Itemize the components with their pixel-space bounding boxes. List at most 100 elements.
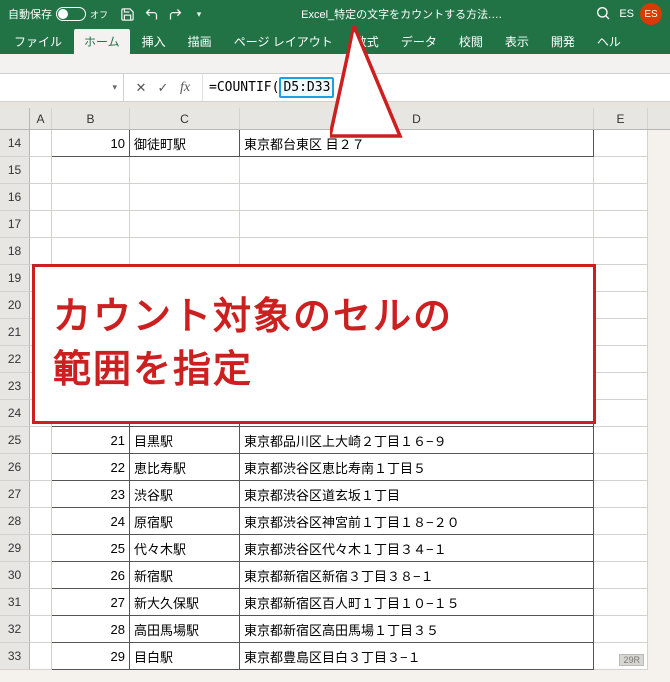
col-header-b[interactable]: B	[52, 108, 130, 129]
cell[interactable]: 東京都新宿区新宿３丁目３８−１	[240, 562, 594, 589]
row-header[interactable]: 24	[0, 400, 30, 427]
cell[interactable]: 25	[52, 535, 130, 562]
tab-file[interactable]: ファイル	[4, 29, 72, 54]
cell[interactable]	[594, 562, 648, 589]
cell[interactable]: 目黒駅	[130, 427, 240, 454]
cell[interactable]: 23	[52, 481, 130, 508]
tab-view[interactable]: 表示	[495, 29, 539, 54]
cell[interactable]	[594, 400, 648, 427]
cell[interactable]: 代々木駅	[130, 535, 240, 562]
cell[interactable]: 東京都新宿区百人町１丁目１０−１５	[240, 589, 594, 616]
cell[interactable]	[30, 508, 52, 535]
cell[interactable]	[30, 427, 52, 454]
col-header-a[interactable]: A	[30, 108, 52, 129]
cell[interactable]: 東京都台東区 目２７	[240, 130, 594, 157]
cell[interactable]	[240, 184, 594, 211]
cell[interactable]	[594, 265, 648, 292]
cell[interactable]	[30, 454, 52, 481]
autosave-toggle[interactable]: 自動保存 オフ	[8, 6, 108, 22]
cell[interactable]	[240, 211, 594, 238]
cell[interactable]: 10	[52, 130, 130, 157]
row-header[interactable]: 22	[0, 346, 30, 373]
row-header[interactable]: 32	[0, 616, 30, 643]
col-header-e[interactable]: E	[594, 108, 648, 129]
cell[interactable]: 24	[52, 508, 130, 535]
fx-icon[interactable]: fx	[176, 79, 194, 97]
qat-dropdown-icon[interactable]: ▾	[190, 5, 208, 23]
user-avatar[interactable]: ES	[640, 3, 662, 25]
cell[interactable]	[30, 562, 52, 589]
cell[interactable]: 目白駅	[130, 643, 240, 670]
cell[interactable]	[30, 535, 52, 562]
row-header[interactable]: 15	[0, 157, 30, 184]
cell[interactable]	[594, 373, 648, 400]
row-header[interactable]: 33	[0, 643, 30, 670]
cell[interactable]	[594, 130, 648, 157]
cell[interactable]	[52, 238, 130, 265]
search-icon[interactable]	[595, 5, 613, 23]
cell[interactable]: 新大久保駅	[130, 589, 240, 616]
cell[interactable]	[594, 589, 648, 616]
cell[interactable]	[30, 157, 52, 184]
cell[interactable]: 21	[52, 427, 130, 454]
cell[interactable]	[52, 211, 130, 238]
tab-review[interactable]: 校閲	[449, 29, 493, 54]
cell[interactable]: 22	[52, 454, 130, 481]
cell[interactable]: 高田馬場駅	[130, 616, 240, 643]
name-box-input[interactable]	[6, 81, 117, 95]
tab-page-layout[interactable]: ページ レイアウト	[224, 29, 343, 54]
undo-icon[interactable]	[142, 5, 160, 23]
cell[interactable]	[130, 238, 240, 265]
cell[interactable]: 28	[52, 616, 130, 643]
cell[interactable]	[130, 211, 240, 238]
cell[interactable]	[594, 616, 648, 643]
row-header[interactable]: 14	[0, 130, 30, 157]
cell[interactable]	[30, 616, 52, 643]
cell[interactable]: 26	[52, 562, 130, 589]
cell[interactable]	[30, 184, 52, 211]
cell[interactable]	[594, 319, 648, 346]
cell[interactable]	[30, 481, 52, 508]
cell[interactable]	[594, 157, 648, 184]
save-icon[interactable]	[118, 5, 136, 23]
cell[interactable]: 御徒町駅	[130, 130, 240, 157]
row-header[interactable]: 17	[0, 211, 30, 238]
cell[interactable]	[130, 157, 240, 184]
cell[interactable]: 東京都渋谷区恵比寿南１丁目５	[240, 454, 594, 481]
tab-developer[interactable]: 開発	[541, 29, 585, 54]
cell[interactable]	[30, 211, 52, 238]
row-header[interactable]: 29	[0, 535, 30, 562]
cell[interactable]	[594, 535, 648, 562]
cell[interactable]: 恵比寿駅	[130, 454, 240, 481]
cell[interactable]: 東京都新宿区高田馬場１丁目３５	[240, 616, 594, 643]
chevron-down-icon[interactable]: ▾	[112, 82, 117, 93]
cell[interactable]	[30, 238, 52, 265]
row-header[interactable]: 16	[0, 184, 30, 211]
row-header[interactable]: 25	[0, 427, 30, 454]
row-header[interactable]: 31	[0, 589, 30, 616]
cell[interactable]: 東京都渋谷区道玄坂１丁目	[240, 481, 594, 508]
cell[interactable]	[594, 508, 648, 535]
tab-home[interactable]: ホーム	[74, 29, 130, 54]
cell[interactable]: 29	[52, 643, 130, 670]
cell[interactable]	[52, 184, 130, 211]
cell[interactable]: 東京都豊島区目白３丁目３−１	[240, 643, 594, 670]
tab-insert[interactable]: 挿入	[132, 29, 176, 54]
row-header[interactable]: 30	[0, 562, 30, 589]
cell[interactable]	[594, 211, 648, 238]
cell[interactable]	[594, 454, 648, 481]
redo-icon[interactable]	[166, 5, 184, 23]
row-header[interactable]: 27	[0, 481, 30, 508]
cell[interactable]: 原宿駅	[130, 508, 240, 535]
cell[interactable]	[594, 346, 648, 373]
cell[interactable]	[130, 184, 240, 211]
cell[interactable]	[594, 184, 648, 211]
select-all-corner[interactable]	[0, 108, 30, 129]
row-header[interactable]: 19	[0, 265, 30, 292]
cancel-icon[interactable]: ✕	[132, 79, 150, 97]
cell[interactable]	[594, 292, 648, 319]
cell[interactable]: 東京都渋谷区代々木１丁目３４−１	[240, 535, 594, 562]
row-header[interactable]: 26	[0, 454, 30, 481]
cell[interactable]: 渋谷駅	[130, 481, 240, 508]
cell[interactable]: 新宿駅	[130, 562, 240, 589]
